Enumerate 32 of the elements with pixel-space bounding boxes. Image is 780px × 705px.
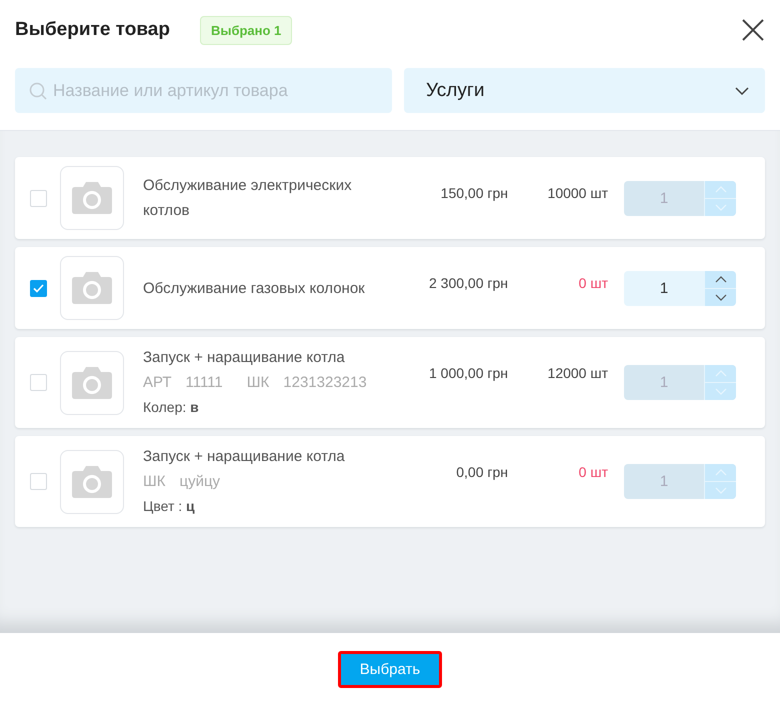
stock-amount: 0 шт (578, 464, 608, 480)
product-attribute: Цвет : ц (143, 497, 196, 516)
code-label: ШК (143, 472, 166, 492)
stock-amount: 0 шт (578, 275, 608, 291)
camera-icon (60, 450, 124, 514)
code-value: цуйцу (180, 472, 220, 492)
product-name: Запуск + наращивание котла (143, 348, 346, 368)
stock-amount: 12000 шт (546, 365, 608, 381)
chevron-down-icon (735, 86, 749, 94)
camera-icon (60, 166, 124, 230)
code-label: АРТ (143, 373, 172, 393)
product-price: 150,00 грн (440, 185, 508, 201)
checkbox[interactable] (30, 280, 47, 296)
category-select[interactable]: Услуги (404, 68, 765, 113)
quantity-field[interactable]: 1 (624, 270, 736, 306)
product-price: 2 300,00 грн (428, 275, 508, 291)
camera-icon (60, 256, 124, 320)
product-price: 1 000,00 грн (428, 365, 508, 381)
product-name: Запуск + наращивание котла (143, 447, 346, 467)
code-value: 11111 (186, 373, 223, 393)
stock-amount: 10000 шт (546, 185, 608, 201)
code-label: ШК (246, 373, 270, 393)
product-name: Обслуживание газовых колонок (143, 278, 366, 298)
selected-count-badge: Выбрано 1 (200, 16, 292, 44)
dialog-title: Выберите товар (15, 19, 170, 41)
close-icon[interactable] (741, 18, 765, 42)
code-value: 1231323213 (283, 373, 367, 393)
product-name: Обслуживание электрических котлов (143, 176, 353, 221)
product-price: 0,00 грн (455, 464, 508, 480)
select-button[interactable]: Выбрать (338, 650, 442, 688)
product-attribute: Колер: в (143, 398, 200, 417)
camera-icon (60, 350, 124, 414)
